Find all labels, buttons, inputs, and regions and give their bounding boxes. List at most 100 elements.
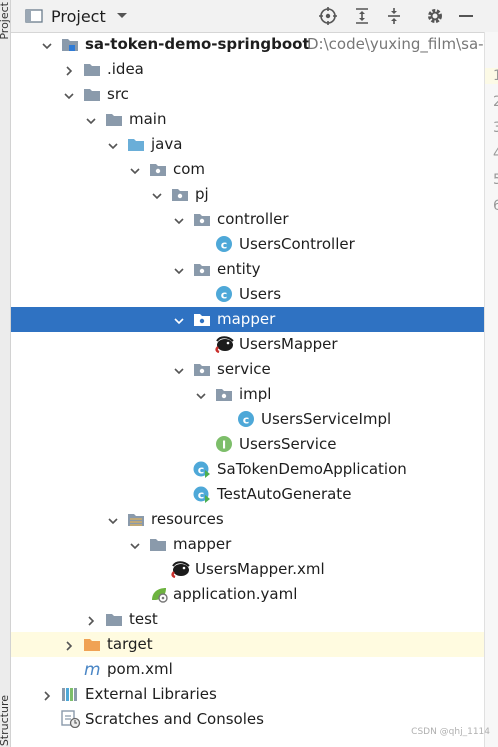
tree-item-label: resources (151, 510, 224, 528)
tree-item-label: pom.xml (107, 660, 173, 678)
left-tool-strip: Project Structure (0, 0, 11, 747)
tree-item-label: impl (239, 385, 272, 403)
tree-row-impl[interactable]: impl (11, 382, 484, 407)
chevron-down-icon[interactable] (129, 163, 141, 175)
runnable-class-icon: c (193, 485, 211, 503)
locate-icon[interactable] (317, 5, 339, 27)
tree-row-mapper[interactable]: mapper (11, 307, 484, 332)
tree-item-label: main (129, 110, 167, 128)
chevron-down-icon[interactable] (63, 88, 75, 100)
tree-row-target[interactable]: target (11, 632, 484, 657)
class-icon: c (215, 235, 233, 253)
package-icon (193, 310, 211, 328)
project-tree[interactable]: sa-token-demo-springboot D:\code\yuxing_f… (11, 32, 484, 747)
tree-item-label: Users (239, 285, 282, 303)
tree-item-label: target (107, 635, 153, 653)
tree-item-label: application.yaml (173, 585, 298, 603)
resources-folder-icon (127, 510, 145, 528)
tree-row-src[interactable]: src (11, 82, 484, 107)
maven-icon: m (83, 660, 101, 680)
spring-config-icon (149, 585, 168, 603)
tree-row-userscontroller[interactable]: c UsersController (11, 232, 484, 257)
chevron-down-icon[interactable] (129, 538, 141, 550)
chevron-down-icon[interactable] (41, 38, 53, 50)
tree-row-usersmapper-xml[interactable]: UsersMapper.xml (11, 557, 484, 582)
tree-item-label: TestAutoGenerate (217, 485, 352, 503)
folder-icon (149, 535, 167, 553)
tree-row-com[interactable]: com (11, 157, 484, 182)
tree-row-pj[interactable]: pj (11, 182, 484, 207)
module-folder-icon (61, 35, 79, 53)
package-icon (171, 185, 189, 203)
tree-row-usersserviceimpl[interactable]: c UsersServiceImpl (11, 407, 484, 432)
line-number: 1 (485, 68, 498, 84)
tree-row-pom-xml[interactable]: m pom.xml (11, 657, 484, 682)
class-icon: c (215, 285, 233, 303)
project-path: D:\code\yuxing_film\sa-toke (307, 35, 484, 53)
line-number: 5 (493, 172, 498, 188)
tree-row-resources[interactable]: resources (11, 507, 484, 532)
tree-item-label: entity (217, 260, 261, 278)
tree-item-label: test (129, 610, 158, 628)
tree-item-label: sa-token-demo-springboot (85, 35, 310, 53)
package-icon (193, 360, 211, 378)
chevron-down-icon[interactable] (173, 213, 185, 225)
chevron-down-icon (116, 13, 127, 18)
tree-row-usersservice[interactable]: I UsersService (11, 432, 484, 457)
tree-item-label: .idea (107, 60, 144, 78)
chevron-right-icon[interactable] (85, 613, 97, 626)
chevron-down-icon[interactable] (195, 388, 207, 400)
chevron-down-icon[interactable] (173, 363, 185, 375)
tree-row-testautogenerate[interactable]: c TestAutoGenerate (11, 482, 484, 507)
tree-row-satokendemoapplication[interactable]: c SaTokenDemoApplication (11, 457, 484, 482)
chevron-right-icon[interactable] (41, 688, 53, 701)
package-icon (215, 385, 233, 403)
tree-row-mapper[interactable]: mapper (11, 532, 484, 557)
tree-item-label: UsersMapper (239, 335, 338, 353)
tree-item-label: mapper (173, 535, 232, 553)
chevron-right-icon[interactable] (63, 63, 75, 76)
project-view-title: Project (51, 6, 106, 26)
tree-row-usersmapper[interactable]: UsersMapper (11, 332, 484, 357)
package-icon (193, 260, 211, 278)
tree-row-sa-token-demo-springboot[interactable]: sa-token-demo-springboot D:\code\yuxing_f… (11, 32, 484, 57)
tree-row-users[interactable]: c Users (11, 282, 484, 307)
mybatis-xml-icon (171, 560, 190, 579)
tree-row-application-yaml[interactable]: application.yaml (11, 582, 484, 607)
tree-item-label: mapper (217, 310, 276, 328)
chevron-down-icon[interactable] (85, 113, 97, 125)
tree-row-service[interactable]: service (11, 357, 484, 382)
chevron-down-icon[interactable] (173, 313, 185, 325)
chevron-right-icon[interactable] (63, 638, 75, 651)
line-number: 3 (493, 120, 498, 136)
tree-row-idea[interactable]: .idea (11, 57, 484, 82)
chevron-down-icon[interactable] (107, 513, 119, 525)
tree-item-label: Scratches and Consoles (85, 710, 264, 728)
tree-row-controller[interactable]: controller (11, 207, 484, 232)
collapse-all-icon[interactable] (383, 5, 405, 27)
chevron-down-icon[interactable] (107, 138, 119, 150)
expand-all-icon[interactable] (351, 5, 373, 27)
minimize-icon[interactable] (455, 5, 477, 27)
editor-gutter: 1 2 3 4 5 6 (484, 32, 498, 747)
chevron-down-icon[interactable] (173, 263, 185, 275)
chevron-down-icon[interactable] (151, 188, 163, 200)
tree-item-label: External Libraries (85, 685, 217, 703)
svg-text:m: m (84, 660, 101, 678)
tree-item-label: controller (217, 210, 289, 228)
watermark: CSDN @qhj_1114 (411, 727, 490, 737)
folder-icon (83, 85, 101, 103)
project-toolbar: Project (11, 0, 498, 33)
tree-row-entity[interactable]: entity (11, 257, 484, 282)
tree-row-main[interactable]: main (11, 107, 484, 132)
settings-icon[interactable] (424, 5, 446, 27)
svg-text:c: c (198, 489, 205, 502)
tree-row-test[interactable]: test (11, 607, 484, 632)
scratches-icon (61, 710, 81, 729)
project-view-selector[interactable]: Project (25, 6, 128, 26)
tree-row-external-libraries[interactable]: External Libraries (11, 682, 484, 707)
tree-row-java[interactable]: java (11, 132, 484, 157)
tree-item-label: UsersMapper.xml (195, 560, 325, 578)
tree-item-label: UsersService (239, 435, 337, 453)
excluded-folder-icon (83, 635, 101, 653)
